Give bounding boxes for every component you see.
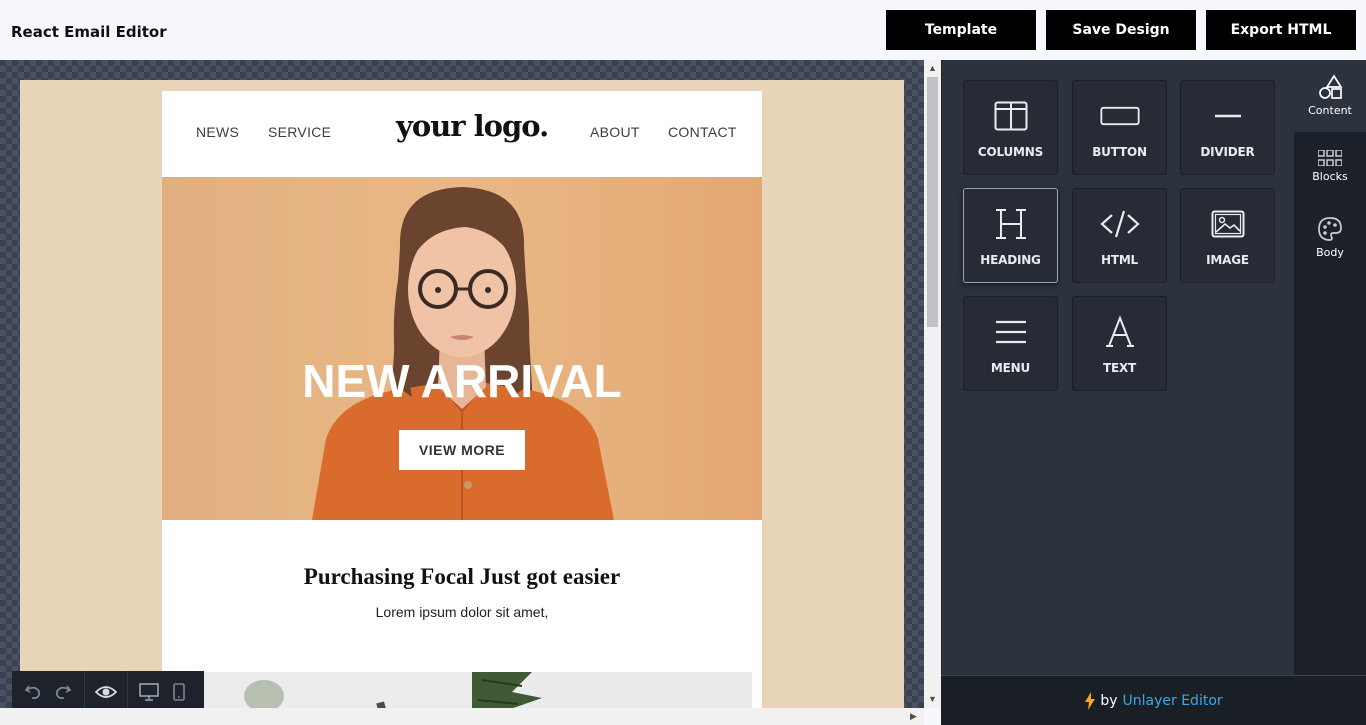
tool-columns[interactable]: COLUMNS bbox=[963, 80, 1058, 175]
image-icon bbox=[1208, 204, 1248, 244]
divider-icon bbox=[1208, 96, 1248, 136]
heading-icon bbox=[991, 204, 1031, 244]
mobile-view-icon[interactable] bbox=[164, 671, 194, 713]
redo-icon[interactable] bbox=[48, 671, 78, 713]
palette-icon bbox=[1318, 217, 1342, 241]
tool-image[interactable]: IMAGE bbox=[1180, 188, 1275, 283]
tab-blocks[interactable]: Blocks bbox=[1294, 132, 1366, 204]
vertical-scroll-thumb[interactable] bbox=[927, 77, 938, 327]
tools-panel: COLUMNS BUTTON DIVIDER HEADING HTML IMAG… bbox=[941, 60, 1294, 675]
lightning-icon bbox=[1085, 691, 1096, 710]
export-html-button[interactable]: Export HTML bbox=[1206, 10, 1356, 50]
content-text: Lorem ipsum dolor sit amet, bbox=[375, 604, 549, 620]
columns-icon bbox=[991, 96, 1031, 136]
menu-icon bbox=[991, 312, 1031, 352]
canvas-toolbar bbox=[12, 671, 204, 713]
nav-link-contact[interactable]: CONTACT bbox=[668, 124, 737, 140]
top-bar: React Email Editor Template Save Design … bbox=[0, 0, 1366, 60]
desktop-view-icon[interactable] bbox=[134, 671, 164, 713]
footer-prefix: by bbox=[1100, 692, 1118, 709]
hero-banner[interactable]: NEW ARRIVAL VIEW MORE bbox=[162, 177, 762, 520]
unlayer-editor-link[interactable]: Unlayer Editor bbox=[1123, 693, 1223, 709]
nav-link-about[interactable]: ABOUT bbox=[590, 124, 640, 140]
email-content[interactable]: NEWS SERVICE your logo. ABOUT CONTACT NE… bbox=[162, 91, 762, 725]
logo: your logo. bbox=[396, 109, 549, 143]
code-icon bbox=[1099, 204, 1140, 244]
tab-content[interactable]: Content bbox=[1294, 60, 1366, 132]
horizontal-scrollbar[interactable]: ▶ bbox=[0, 708, 924, 725]
button-icon bbox=[1099, 96, 1140, 136]
app-title: React Email Editor bbox=[11, 23, 167, 41]
vertical-scrollbar[interactable]: ▲ ▼ bbox=[924, 60, 941, 708]
text-icon bbox=[1100, 312, 1140, 352]
email-body-background[interactable]: NEWS SERVICE your logo. ABOUT CONTACT NE… bbox=[20, 80, 904, 725]
undo-icon[interactable] bbox=[18, 671, 48, 713]
view-more-button[interactable]: VIEW MORE bbox=[399, 430, 525, 470]
tool-divider[interactable]: DIVIDER bbox=[1180, 80, 1275, 175]
content-heading: Purchasing Focal Just got easier bbox=[303, 564, 621, 589]
tool-heading[interactable]: HEADING bbox=[963, 188, 1058, 283]
tool-html[interactable]: HTML bbox=[1072, 188, 1167, 283]
panel-footer: by Unlayer Editor bbox=[941, 675, 1366, 725]
hero-title: NEW ARRIVAL bbox=[302, 355, 622, 407]
shapes-icon bbox=[1319, 74, 1343, 99]
scroll-down-arrow-icon[interactable]: ▼ bbox=[928, 694, 937, 704]
tool-button[interactable]: BUTTON bbox=[1072, 80, 1167, 175]
scroll-right-arrow-icon[interactable]: ▶ bbox=[910, 711, 917, 722]
email-header-row[interactable]: NEWS SERVICE your logo. ABOUT CONTACT bbox=[162, 91, 762, 177]
blocks-icon bbox=[1318, 150, 1342, 166]
template-button[interactable]: Template bbox=[886, 10, 1036, 50]
tool-text[interactable]: TEXT bbox=[1072, 296, 1167, 391]
nav-link-service[interactable]: SERVICE bbox=[268, 124, 331, 140]
scroll-up-arrow-icon[interactable]: ▲ bbox=[928, 63, 937, 73]
save-design-button[interactable]: Save Design bbox=[1046, 10, 1196, 50]
tool-menu[interactable]: MENU bbox=[963, 296, 1058, 391]
panel-tabs: Content Blocks Body bbox=[1294, 60, 1366, 675]
tab-body[interactable]: Body bbox=[1294, 202, 1366, 274]
preview-eye-icon[interactable] bbox=[91, 671, 121, 713]
nav-link-news[interactable]: NEWS bbox=[196, 124, 239, 140]
editor-canvas[interactable]: NEWS SERVICE your logo. ABOUT CONTACT NE… bbox=[0, 60, 924, 725]
